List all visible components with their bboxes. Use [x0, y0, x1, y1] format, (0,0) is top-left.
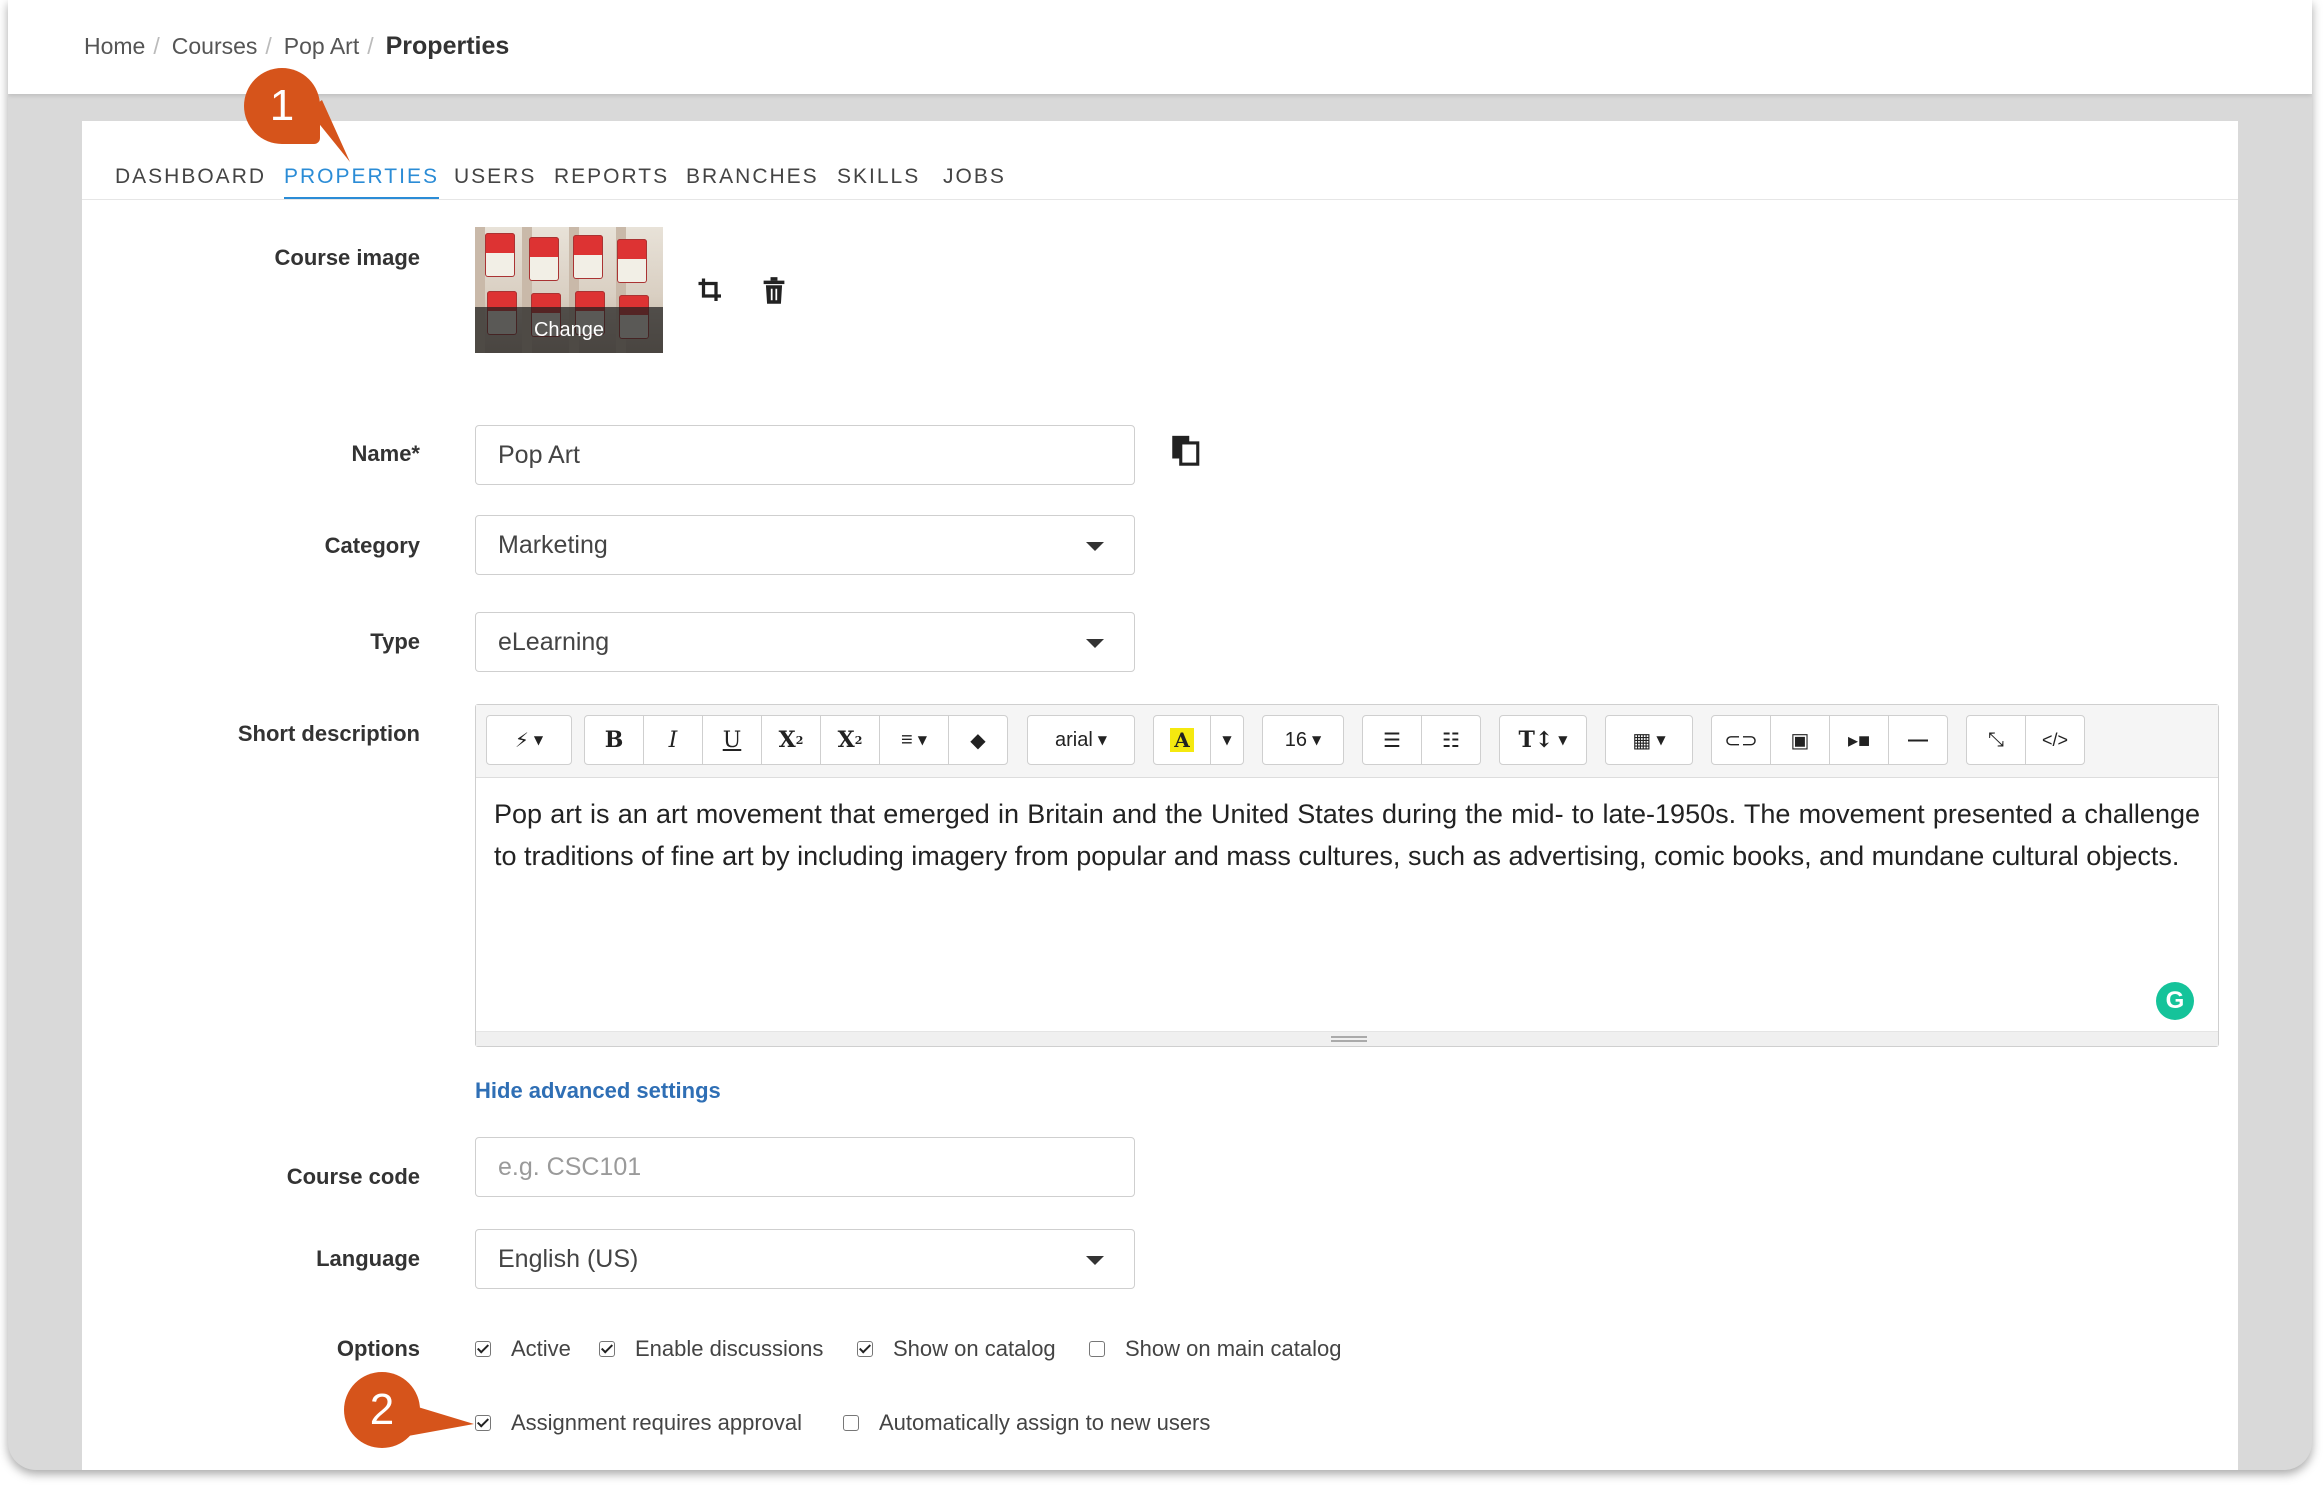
- table-button[interactable]: ▦ ▼: [1605, 715, 1693, 765]
- chevron-down-icon: [1086, 639, 1104, 648]
- option-show-on-main-catalog[interactable]: Show on main catalog: [1089, 1336, 1341, 1362]
- align-button[interactable]: ≡ ▼: [879, 715, 949, 765]
- font-size-select[interactable]: 16 ▼: [1262, 715, 1344, 765]
- option-assignment-requires-approval[interactable]: Assignment requires approval: [475, 1410, 802, 1436]
- superscript-button[interactable]: X2: [761, 715, 821, 765]
- name-input[interactable]: Pop Art: [475, 425, 1135, 485]
- tab-dashboard[interactable]: DASHBOARD: [115, 165, 266, 197]
- numbered-list-icon: ☷: [1442, 729, 1460, 752]
- short-description-text[interactable]: Pop art is an art movement that emerged …: [494, 793, 2200, 877]
- option-active[interactable]: Active: [475, 1336, 571, 1362]
- breadcrumb: Home / Courses / Pop Art / Properties: [84, 32, 510, 60]
- trash-icon[interactable]: [760, 276, 788, 311]
- language-value: English (US): [498, 1244, 639, 1273]
- subscript-button[interactable]: X2: [820, 715, 880, 765]
- paragraph-style-button[interactable]: T↕ ▼: [1499, 715, 1587, 765]
- option-auto-assign-new-users[interactable]: Automatically assign to new users: [843, 1410, 1210, 1436]
- tab-jobs[interactable]: JOBS: [943, 165, 1006, 197]
- table-icon: ▦: [1632, 729, 1652, 752]
- tab-skills[interactable]: SKILLS: [837, 165, 920, 197]
- copy-icon[interactable]: [1168, 433, 1202, 472]
- tab-branches[interactable]: BRANCHES: [686, 165, 819, 197]
- type-select[interactable]: eLearning: [475, 612, 1135, 672]
- chevron-down-icon: [1086, 542, 1104, 551]
- text-color-button[interactable]: A: [1153, 715, 1211, 765]
- change-image-button[interactable]: Change: [475, 307, 663, 353]
- course-image[interactable]: Change: [475, 227, 663, 353]
- align-icon: ≡: [901, 728, 913, 751]
- course-panel: DASHBOARD PROPERTIES USERS REPORTS BRANC…: [82, 121, 2238, 1470]
- grammarly-icon[interactable]: G: [2156, 982, 2194, 1020]
- type-label: Type: [370, 629, 420, 654]
- callout-pointer-1: [308, 100, 350, 162]
- italic-button[interactable]: I: [643, 715, 703, 765]
- language-label: Language: [316, 1246, 420, 1271]
- fullscreen-icon: ⤡: [1988, 728, 2004, 751]
- category-select[interactable]: Marketing: [475, 515, 1135, 575]
- checkbox-show-on-catalog[interactable]: [857, 1341, 873, 1357]
- category-label: Category: [324, 533, 420, 558]
- checkbox-show-on-main-catalog[interactable]: [1089, 1341, 1105, 1357]
- top-bar: Home / Courses / Pop Art / Properties: [8, 0, 2312, 94]
- image-icon: ▣: [1790, 729, 1810, 752]
- crop-icon[interactable]: [696, 276, 726, 311]
- chevron-down-icon: [1086, 1256, 1104, 1265]
- breadcrumb-home[interactable]: Home: [84, 33, 145, 60]
- font-family-value: arial: [1054, 728, 1093, 751]
- checkbox-enable-discussions[interactable]: [599, 1341, 615, 1357]
- bullet-list-button[interactable]: ☰: [1362, 715, 1422, 765]
- magic-wand-icon: ⚡︎: [514, 729, 529, 752]
- text-color-icon: A: [1170, 728, 1194, 752]
- horizontal-rule-button[interactable]: —: [1888, 715, 1948, 765]
- rich-text-editor: ⚡︎ ▼ B I U X2 X2 ≡ ▼ ◆ arial ▼ A ▼ 16 ▼ …: [475, 704, 2219, 1047]
- video-icon: ▸■: [1847, 729, 1871, 752]
- underline-button[interactable]: U: [702, 715, 762, 765]
- fullscreen-button[interactable]: ⤡: [1966, 715, 2026, 765]
- text-height-icon: T↕: [1518, 727, 1554, 753]
- editor-toolbar: ⚡︎ ▼ B I U X2 X2 ≡ ▼ ◆ arial ▼ A ▼ 16 ▼ …: [476, 705, 2218, 778]
- name-label: Name*: [351, 441, 420, 466]
- magic-style-button[interactable]: ⚡︎ ▼: [486, 715, 572, 765]
- tab-reports[interactable]: REPORTS: [554, 165, 669, 197]
- eraser-icon: ◆: [970, 729, 986, 752]
- hide-advanced-settings-link[interactable]: Hide advanced settings: [475, 1078, 721, 1104]
- breadcrumb-current: Properties: [385, 32, 510, 60]
- option-enable-discussions[interactable]: Enable discussions: [599, 1336, 823, 1362]
- font-size-value: 16: [1284, 728, 1307, 751]
- tab-users[interactable]: USERS: [454, 165, 536, 197]
- editor-resize-bar[interactable]: [476, 1031, 2218, 1046]
- link-button[interactable]: ⊂⊃: [1711, 715, 1771, 765]
- breadcrumb-course[interactable]: Pop Art: [284, 33, 359, 60]
- text-color-dropdown[interactable]: ▼: [1210, 715, 1244, 765]
- image-button[interactable]: ▣: [1770, 715, 1830, 765]
- horizontal-rule-icon: —: [1908, 728, 1928, 751]
- code-view-button[interactable]: </>: [2025, 715, 2085, 765]
- course-image-label: Course image: [274, 245, 421, 270]
- bullet-list-icon: ☰: [1383, 729, 1401, 752]
- code-icon: </>: [2041, 729, 2069, 750]
- numbered-list-button[interactable]: ☷: [1421, 715, 1481, 765]
- video-button[interactable]: ▸■: [1829, 715, 1889, 765]
- bold-button[interactable]: B: [584, 715, 644, 765]
- course-code-input[interactable]: e.g. CSC101: [475, 1137, 1135, 1197]
- clear-format-button[interactable]: ◆: [948, 715, 1008, 765]
- short-description-label: Short description: [237, 721, 420, 746]
- link-icon: ⊂⊃: [1724, 729, 1758, 752]
- tab-properties[interactable]: PROPERTIES: [284, 165, 439, 199]
- callout-pointer-2: [408, 1404, 474, 1436]
- tab-bar: DASHBOARD PROPERTIES USERS REPORTS BRANC…: [82, 121, 2238, 200]
- type-value: eLearning: [498, 627, 610, 656]
- course-code-label: Course code: [286, 1164, 420, 1189]
- checkbox-active[interactable]: [475, 1341, 491, 1357]
- language-select[interactable]: English (US): [475, 1229, 1135, 1289]
- resize-grip-icon: [1331, 1036, 1367, 1042]
- options-label: Options: [336, 1336, 420, 1361]
- checkbox-auto-assign-new-users[interactable]: [843, 1415, 859, 1431]
- category-value: Marketing: [498, 530, 608, 559]
- option-show-on-catalog[interactable]: Show on catalog: [857, 1336, 1056, 1362]
- app-frame: Home / Courses / Pop Art / Properties DA…: [8, 0, 2312, 1470]
- breadcrumb-courses[interactable]: Courses: [172, 33, 258, 60]
- font-family-select[interactable]: arial ▼: [1027, 715, 1135, 765]
